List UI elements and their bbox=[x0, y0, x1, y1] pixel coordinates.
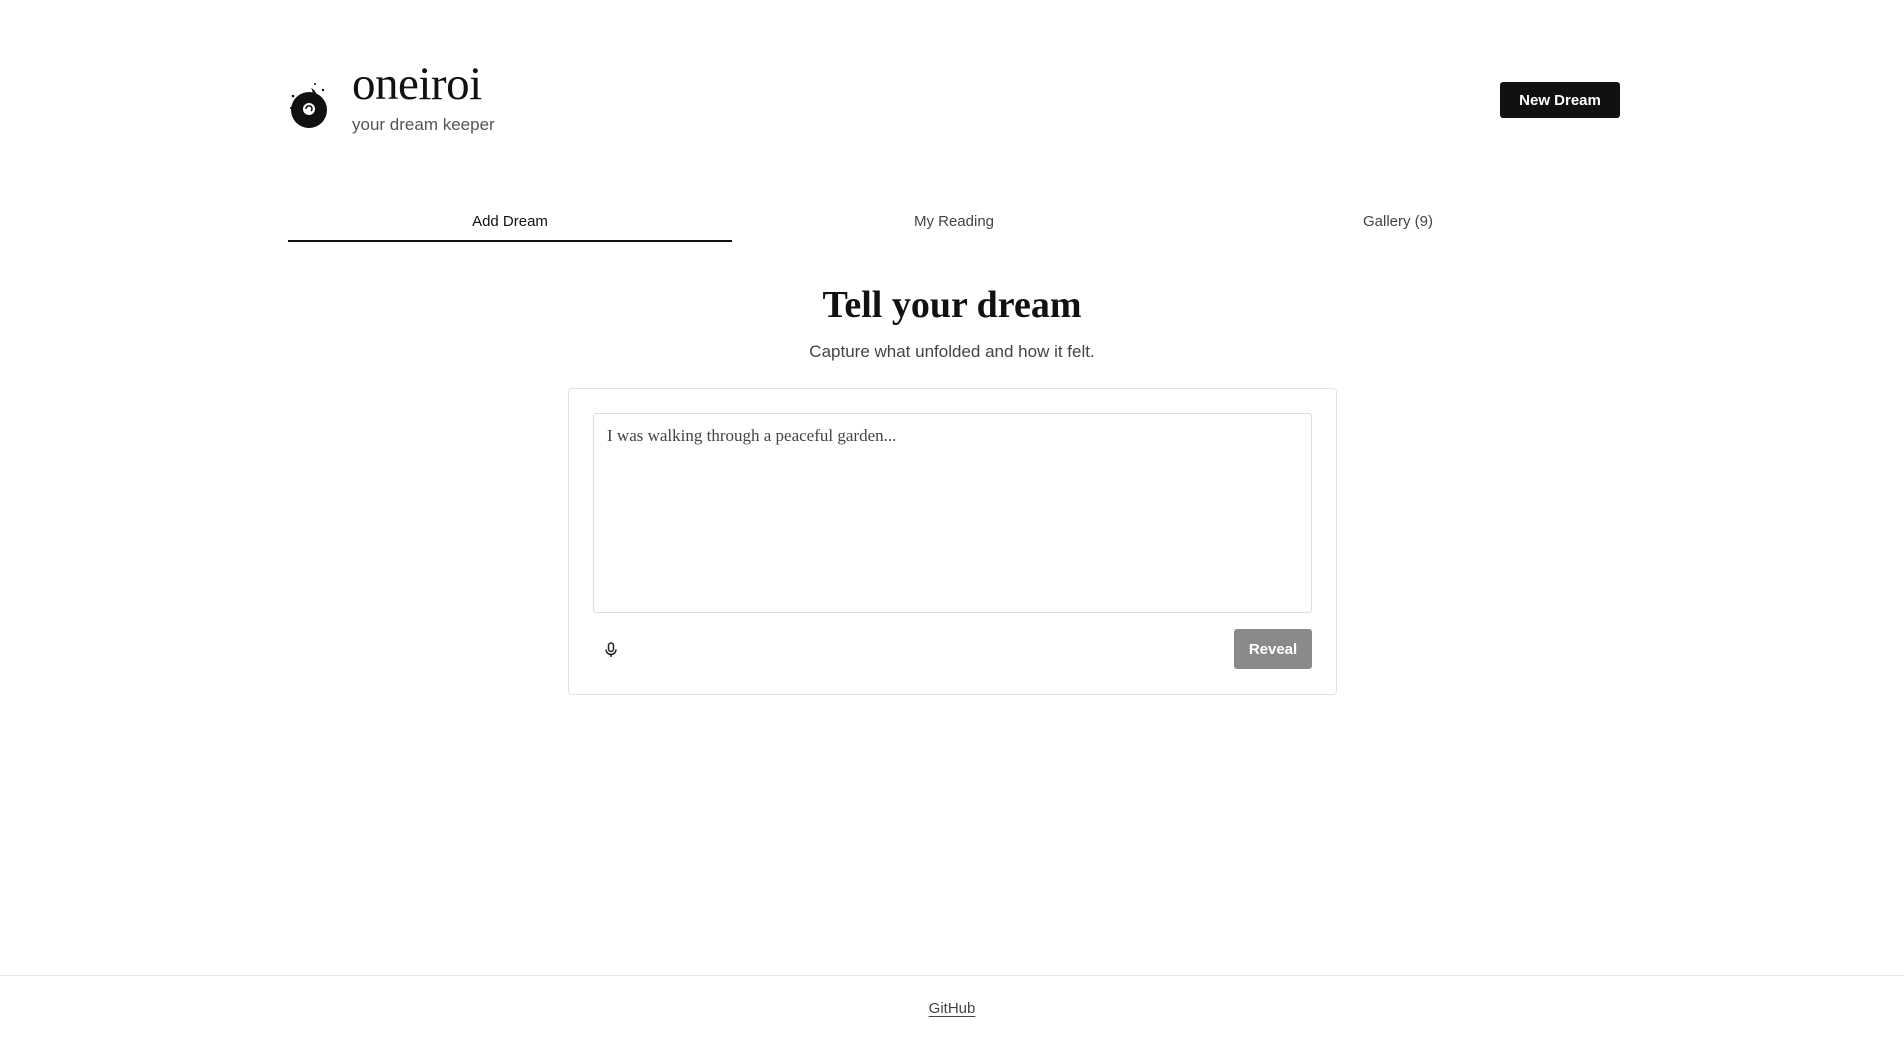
dream-entry-card: Reveal bbox=[568, 388, 1337, 695]
new-dream-button[interactable]: New Dream bbox=[1500, 82, 1620, 118]
app-title: oneiroi bbox=[352, 58, 482, 110]
tab-add-dream[interactable]: Add Dream bbox=[288, 208, 732, 242]
brand-text: oneiroi your dream keeper bbox=[352, 56, 495, 135]
tab-bar: Add Dream My Reading Gallery (9) bbox=[288, 208, 1620, 242]
microphone-icon bbox=[604, 641, 618, 661]
tab-gallery[interactable]: Gallery (9) bbox=[1176, 208, 1620, 242]
reveal-button[interactable]: Reveal bbox=[1234, 629, 1312, 669]
moon-dreamer-logo-icon bbox=[287, 76, 331, 128]
dream-textarea[interactable] bbox=[593, 413, 1312, 613]
footer-links: GitHub bbox=[0, 1000, 1904, 1018]
page-subtitle: Capture what unfolded and how it felt. bbox=[809, 342, 1095, 361]
brand: oneiroi your dream keeper bbox=[287, 56, 495, 135]
tab-my-reading[interactable]: My Reading bbox=[732, 208, 1176, 242]
app-subtitle: your dream keeper bbox=[352, 115, 495, 134]
microphone-button[interactable] bbox=[599, 639, 623, 663]
page: oneiroi your dream keeper New Dream Add … bbox=[0, 0, 1904, 1039]
footer: GitHub bbox=[0, 975, 1904, 1039]
page-title: Tell your dream bbox=[822, 284, 1082, 326]
github-link[interactable]: GitHub bbox=[929, 1000, 976, 1017]
